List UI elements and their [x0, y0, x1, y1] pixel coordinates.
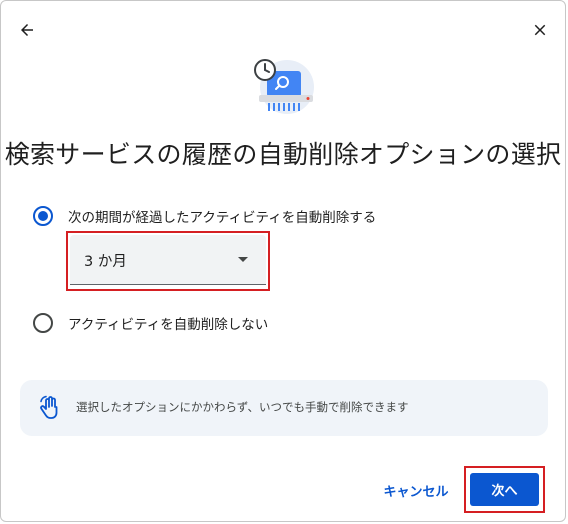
period-select[interactable]: 3 か月 [70, 235, 266, 285]
touch-hand-icon [40, 395, 58, 419]
option-no-auto-delete-label: アクティビティを自動削除しない [68, 317, 269, 333]
close-button[interactable] [524, 14, 556, 46]
info-text: 選択したオプションにかかわらず、いつでも手動で削除できます [76, 400, 409, 414]
period-select-highlight: 3 か月 [66, 231, 270, 291]
dialog-title: 検索サービスの履歴の自動削除オプションの選択 [4, 140, 562, 169]
arrow-back-icon [21, 24, 33, 36]
caret-down-icon [238, 257, 248, 262]
radio-no-auto-delete[interactable] [33, 313, 53, 333]
auto-delete-dialog: 検索サービスの履歴の自動削除オプションの選択 次の期間が経過したアクティビティを… [0, 0, 566, 522]
next-button[interactable]: 次へ [470, 473, 539, 506]
cancel-button[interactable]: キャンセル [375, 474, 457, 506]
period-select-value: 3 か月 [84, 254, 127, 270]
back-button[interactable] [11, 14, 43, 46]
option-no-auto-delete[interactable]: アクティビティを自動削除しない [33, 313, 268, 333]
close-icon [534, 24, 546, 36]
info-box: 選択したオプションにかかわらず、いつでも手動で削除できます [20, 380, 548, 436]
option-auto-delete[interactable]: 次の期間が経過したアクティビティを自動削除する [33, 206, 376, 226]
option-auto-delete-label: 次の期間が経過したアクティビティを自動削除する [68, 210, 377, 226]
radio-auto-delete[interactable] [33, 206, 53, 226]
history-search-shredder-icon [254, 59, 314, 114]
next-button-highlight: 次へ [464, 466, 545, 513]
